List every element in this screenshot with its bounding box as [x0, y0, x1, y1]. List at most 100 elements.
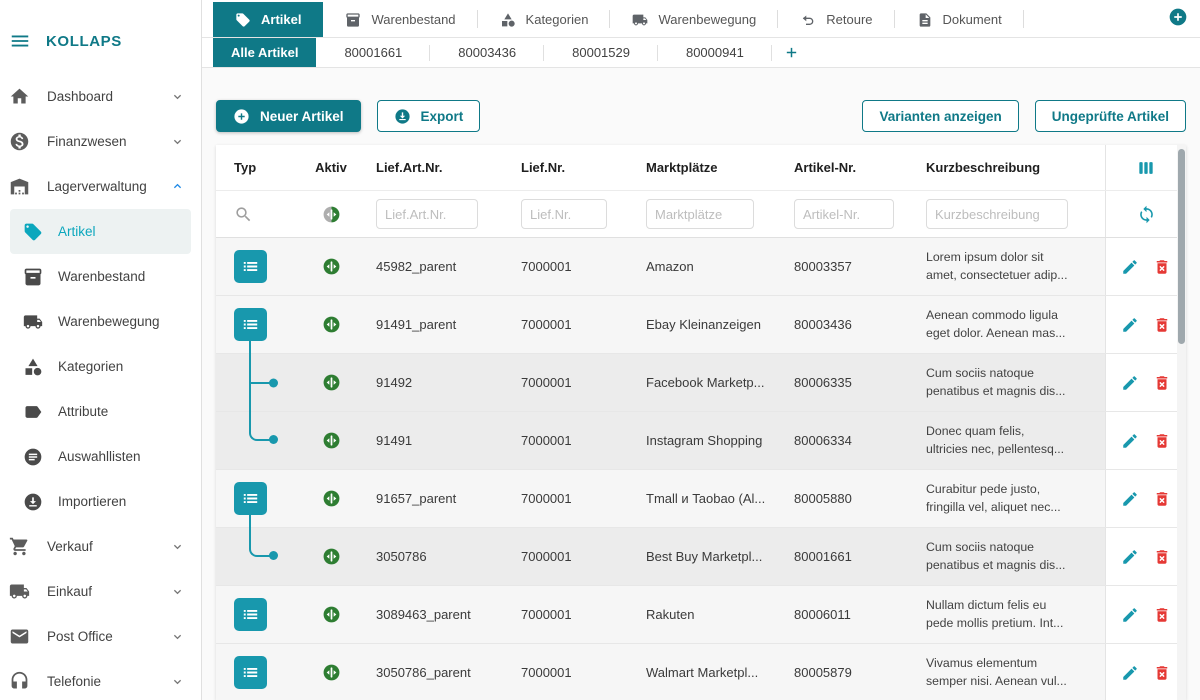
- column-header-lief-nr[interactable]: Lief.Nr.: [511, 160, 636, 175]
- column-header-typ[interactable]: Typ: [216, 160, 296, 175]
- table-row[interactable]: 45982_parent7000001Amazon80003357Lorem i…: [216, 238, 1186, 296]
- sidebar-item-verkauf[interactable]: Verkauf: [0, 524, 201, 569]
- sidebar-item-label: Warenbestand: [58, 269, 185, 284]
- table-row[interactable]: 91657_parent7000001Tmall и Taobao (Al...…: [216, 470, 1186, 528]
- article-tab-80001529[interactable]: 80001529: [544, 38, 658, 67]
- table-row[interactable]: 91491_parent7000001Ebay Kleinanzeigen800…: [216, 296, 1186, 354]
- filter-row: [216, 191, 1186, 238]
- unchecked-articles-button[interactable]: Ungeprüfte Artikel: [1035, 100, 1186, 132]
- table-row[interactable]: 914917000001Instagram Shopping80006334Do…: [216, 412, 1186, 470]
- edit-icon[interactable]: [1121, 490, 1139, 508]
- article-tab-80003436[interactable]: 80003436: [430, 38, 544, 67]
- article-tab-alle-artikel[interactable]: Alle Artikel: [213, 38, 316, 67]
- tag-icon: [235, 12, 251, 28]
- article-type-button[interactable]: [234, 250, 267, 283]
- active-status-icon[interactable]: [322, 315, 341, 334]
- filter-lief-nr-input[interactable]: [521, 199, 607, 229]
- article-type-button[interactable]: [234, 482, 267, 515]
- filter-kurzbeschreibung-input[interactable]: [926, 199, 1068, 229]
- show-variants-button[interactable]: Varianten anzeigen: [862, 100, 1018, 132]
- sidebar-item-kategorien[interactable]: Kategorien: [0, 344, 201, 389]
- article-type-button[interactable]: [234, 598, 267, 631]
- marktplatz-cell: Tmall и Taobao (Al...: [636, 491, 784, 506]
- filter-artikel-nr-input[interactable]: [794, 199, 894, 229]
- column-header-marktplaetze[interactable]: Marktplätze: [636, 160, 784, 175]
- tab-warenbewegung[interactable]: Warenbewegung: [610, 2, 778, 37]
- sidebar-item-lagerverwaltung[interactable]: Lagerverwaltung: [0, 164, 201, 209]
- table-row[interactable]: 3050786_parent7000001Walmart Marketpl...…: [216, 644, 1186, 700]
- active-status-icon[interactable]: [322, 373, 341, 392]
- delete-icon[interactable]: [1153, 664, 1171, 682]
- tab-dokument[interactable]: Dokument: [895, 2, 1024, 37]
- sidebar-item-auswahllisten[interactable]: Auswahllisten: [0, 434, 201, 479]
- sidebar-item-warenbestand[interactable]: Warenbestand: [0, 254, 201, 299]
- scrollbar-thumb[interactable]: [1178, 149, 1185, 344]
- article-type-button[interactable]: [234, 656, 267, 689]
- add-module-tab-button[interactable]: [1168, 7, 1188, 30]
- add-article-tab-button[interactable]: [772, 38, 812, 67]
- category-icon: [23, 357, 43, 377]
- edit-icon[interactable]: [1121, 664, 1139, 682]
- sidebar-item-telefonie[interactable]: Telefonie: [0, 659, 201, 700]
- article-tab-80001661[interactable]: 80001661: [316, 38, 430, 67]
- tab-kategorien[interactable]: Kategorien: [478, 2, 611, 37]
- export-button[interactable]: Export: [377, 100, 481, 132]
- search-icon[interactable]: [234, 205, 253, 224]
- menu-icon[interactable]: [9, 30, 31, 52]
- articles-table: Typ Aktiv Lief.Art.Nr. Lief.Nr. Marktplä…: [216, 145, 1186, 700]
- sidebar-item-label: Post Office: [47, 629, 153, 644]
- edit-icon[interactable]: [1121, 258, 1139, 276]
- new-article-button[interactable]: Neuer Artikel: [216, 100, 361, 132]
- delete-icon[interactable]: [1153, 258, 1171, 276]
- marktplatz-cell: Ebay Kleinanzeigen: [636, 317, 784, 332]
- table-row[interactable]: 3089463_parent7000001Rakuten80006011Null…: [216, 586, 1186, 644]
- article-type-button[interactable]: [234, 308, 267, 341]
- active-status-icon[interactable]: [322, 489, 341, 508]
- delete-icon[interactable]: [1153, 606, 1171, 624]
- active-status-icon[interactable]: [322, 547, 341, 566]
- tree-connector-branch: [250, 382, 273, 384]
- sidebar-item-einkauf[interactable]: Einkauf: [0, 569, 201, 614]
- table-scrollbar[interactable]: [1177, 145, 1186, 700]
- delete-icon[interactable]: [1153, 316, 1171, 334]
- table-row[interactable]: 914927000001Facebook Marketp...80006335C…: [216, 354, 1186, 412]
- sidebar-item-artikel[interactable]: Artikel: [10, 209, 191, 254]
- edit-icon[interactable]: [1121, 606, 1139, 624]
- columns-icon[interactable]: [1136, 158, 1156, 178]
- column-header-lief-art-nr[interactable]: Lief.Art.Nr.: [366, 160, 511, 175]
- delete-icon[interactable]: [1153, 490, 1171, 508]
- filter-lief-art-nr-input[interactable]: [376, 199, 478, 229]
- active-status-icon[interactable]: [322, 431, 341, 450]
- active-status-icon[interactable]: [322, 605, 341, 624]
- sidebar-item-attribute[interactable]: Attribute: [0, 389, 201, 434]
- tab-warenbestand[interactable]: Warenbestand: [323, 2, 477, 37]
- delete-icon[interactable]: [1153, 548, 1171, 566]
- lief-art-nr-cell: 45982_parent: [366, 259, 511, 274]
- delete-icon[interactable]: [1153, 432, 1171, 450]
- filter-marktplaetze-input[interactable]: [646, 199, 754, 229]
- column-header-artikel-nr[interactable]: Artikel-Nr.: [784, 160, 916, 175]
- plus-circle-icon: [233, 108, 250, 125]
- active-status-icon[interactable]: [322, 257, 341, 276]
- edit-icon[interactable]: [1121, 432, 1139, 450]
- lief-nr-cell: 7000001: [511, 375, 636, 390]
- article-tab-80000941[interactable]: 80000941: [658, 38, 772, 67]
- sidebar-item-finanzwesen[interactable]: Finanzwesen: [0, 119, 201, 164]
- sidebar-item-post-office[interactable]: Post Office: [0, 614, 201, 659]
- sidebar-item-warenbewegung[interactable]: Warenbewegung: [0, 299, 201, 344]
- truck-icon: [632, 12, 648, 28]
- table-row[interactable]: 30507867000001Best Buy Marketpl...800016…: [216, 528, 1186, 586]
- column-header-kurzbeschreibung[interactable]: Kurzbeschreibung: [916, 160, 1105, 175]
- tab-retoure[interactable]: Retoure: [778, 2, 894, 37]
- edit-icon[interactable]: [1121, 374, 1139, 392]
- active-filter-toggle-icon[interactable]: [322, 205, 341, 224]
- sidebar-item-dashboard[interactable]: Dashboard: [0, 74, 201, 119]
- edit-icon[interactable]: [1121, 316, 1139, 334]
- delete-icon[interactable]: [1153, 374, 1171, 392]
- refresh-icon[interactable]: [1137, 205, 1156, 224]
- active-status-icon[interactable]: [322, 663, 341, 682]
- edit-icon[interactable]: [1121, 548, 1139, 566]
- tab-artikel[interactable]: Artikel: [213, 2, 323, 37]
- sidebar-item-importieren[interactable]: Importieren: [0, 479, 201, 524]
- column-header-aktiv[interactable]: Aktiv: [296, 160, 366, 175]
